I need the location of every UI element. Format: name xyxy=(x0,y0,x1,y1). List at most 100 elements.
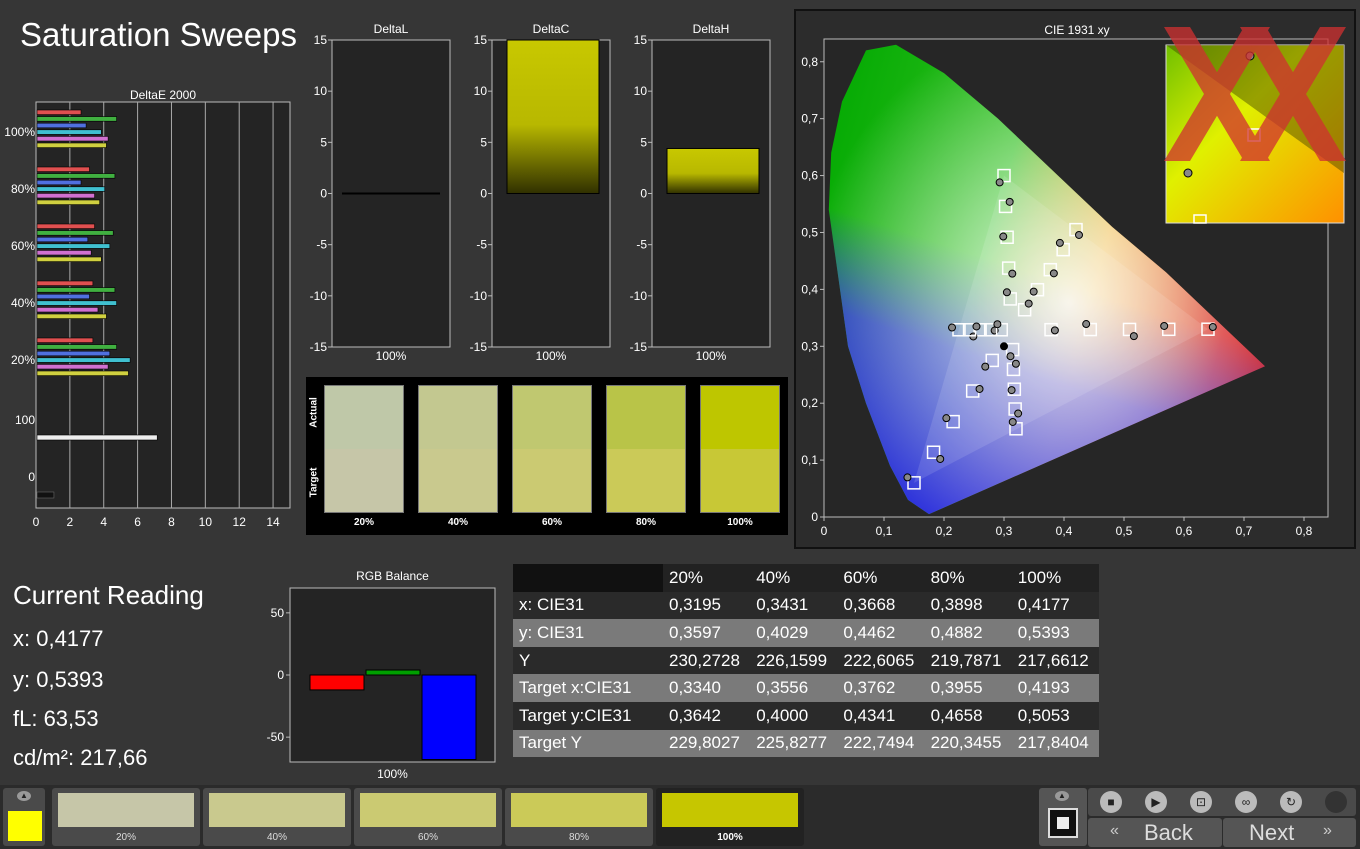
delta-y-tick: -5 xyxy=(476,238,487,252)
deltae-bar xyxy=(36,344,117,350)
table-header-cell: 80% xyxy=(930,567,965,587)
table-cell: 219,7871 xyxy=(930,650,1002,670)
delta-chart-label: 100% xyxy=(375,349,407,363)
delta-y-tick: -10 xyxy=(310,289,328,303)
deltae-x-tick: 10 xyxy=(199,515,213,529)
current-x: x: 0,4177 xyxy=(13,626,104,651)
play-icon[interactable]: ▶ xyxy=(1145,791,1167,813)
stop-icon[interactable]: ■ xyxy=(1100,791,1122,813)
swatch-label: 60% xyxy=(417,832,438,843)
deltae-bar xyxy=(36,109,82,115)
cie-x-tick: 0,2 xyxy=(936,524,953,538)
collapse-icon[interactable]: ▲ xyxy=(17,791,31,801)
swatch-button[interactable]: 40% xyxy=(203,788,351,846)
table-cell: 226,1599 xyxy=(756,650,828,670)
measured-marker xyxy=(1002,288,1011,297)
delta-y-tick: 0 xyxy=(320,187,327,201)
cie-y-tick: 0,8 xyxy=(801,55,818,69)
table-cell: 0,3898 xyxy=(930,595,983,615)
refresh-icon[interactable]: ↻ xyxy=(1280,791,1302,813)
deltae-bar xyxy=(36,287,116,293)
table-row: y: CIE31 0,3597 0,4029 0,4462 0,4882 0,5393 xyxy=(513,619,1099,647)
patch-actual xyxy=(513,386,591,449)
table-cell: 0,5393 xyxy=(1017,622,1070,642)
deltae-group-label: 60% xyxy=(11,239,35,253)
patch xyxy=(324,385,404,513)
table-cell: Y xyxy=(513,646,663,675)
measured-marker xyxy=(903,473,912,482)
table-cell: 230,2728 xyxy=(669,650,740,670)
rgb-y-tick: 50 xyxy=(271,606,285,620)
deltae-group-label: 80% xyxy=(11,182,35,196)
delta-chart-label: 100% xyxy=(695,349,727,363)
stop-main-button[interactable]: ▲ xyxy=(1039,788,1087,846)
rgb-bar-b xyxy=(421,674,477,761)
current-y: y: 0,5393 xyxy=(13,667,104,692)
deltae-bar xyxy=(36,250,92,256)
table-cell: 220,3455 xyxy=(930,733,1002,753)
deltae-bar xyxy=(36,193,95,199)
patch xyxy=(512,385,592,513)
patch-label: 40% xyxy=(447,517,468,528)
table-cell: 0,3340 xyxy=(669,678,721,698)
next-arrow-icon: » xyxy=(1323,822,1332,839)
swatch-button[interactable]: 100% xyxy=(656,788,804,846)
cie-y-tick: 0,4 xyxy=(801,282,818,296)
table-header-cell: 60% xyxy=(843,567,878,587)
table-cell: 0,3668 xyxy=(843,595,896,615)
current-color-button[interactable]: ▲ xyxy=(3,788,45,846)
table-cell: 0,4882 xyxy=(930,622,983,642)
deltae-bar xyxy=(36,199,100,205)
table-cell: 0,4029 xyxy=(756,622,809,642)
deltae-black-bar xyxy=(36,491,55,499)
swatch-button[interactable]: 20% xyxy=(52,788,200,846)
measured-marker xyxy=(936,454,945,463)
patch-actual xyxy=(607,386,685,449)
patch-actual xyxy=(701,386,779,449)
deltae-group-label: 100% xyxy=(4,125,35,139)
table-cell: 0,3762 xyxy=(843,678,896,698)
deltae-x-tick: 4 xyxy=(100,515,107,529)
swatch-button[interactable]: 60% xyxy=(354,788,502,846)
collapse-icon[interactable]: ▲ xyxy=(1055,791,1069,801)
delta-chart-label: 100% xyxy=(535,349,567,363)
table-row: Target Y 229,8027 225,8277 222,7494 220,3455… xyxy=(513,729,1099,758)
measured-marker xyxy=(999,232,1008,241)
page-title: Saturation Sweeps xyxy=(20,16,298,53)
back-label: Back xyxy=(1144,820,1193,845)
deltae-bar xyxy=(36,357,131,363)
patch xyxy=(606,385,686,513)
deltae-bar xyxy=(36,243,111,249)
cie-y-tick: 0,3 xyxy=(801,339,818,353)
cie-x-tick: 0,1 xyxy=(876,524,893,538)
deltae-bar xyxy=(36,313,107,319)
measured-marker xyxy=(995,178,1004,187)
next-button[interactable]: Next » xyxy=(1223,818,1356,847)
deltae-bar xyxy=(36,122,87,129)
delta-y-tick: -15 xyxy=(470,340,488,354)
cie-y-tick: 0,1 xyxy=(801,453,818,467)
table-cell: 0,4462 xyxy=(843,622,896,642)
measured-marker xyxy=(1011,359,1020,368)
measured-marker xyxy=(1008,417,1017,426)
back-button[interactable]: « Back xyxy=(1088,818,1222,847)
cie-x-tick: 0 xyxy=(821,524,828,538)
continuous-icon[interactable]: ∞ xyxy=(1235,791,1257,813)
delta-y-tick: 15 xyxy=(634,33,648,47)
measured-marker xyxy=(1055,238,1064,247)
swatch-label: 40% xyxy=(266,832,287,843)
cie-chart: 0 0,1 0,2 0,3 0,4 0,5 0,6 0,7 0,8 0 0,1 0,2 0,3 0,4 0,… xyxy=(801,27,1346,538)
cie-x-tick: 0,6 xyxy=(1176,524,1193,538)
current-reading-heading: Current Reading xyxy=(13,580,204,610)
single-read-icon[interactable]: ⊡ xyxy=(1190,791,1212,813)
deltae-bar xyxy=(36,136,109,142)
delta-y-tick: 0 xyxy=(640,187,647,201)
cie-y-tick: 0,7 xyxy=(801,112,818,126)
deltae-x-tick: 8 xyxy=(168,515,175,529)
delta-bar xyxy=(666,147,760,194)
measured-marker xyxy=(1024,299,1033,308)
cie-panel: CIE 1931 xy 0 0,1 0,2 0,3 0,4 0,5 0,6 0,7 0,8 0 0,… xyxy=(794,9,1356,549)
cie-x-tick: 0,4 xyxy=(1056,524,1073,538)
swatch-button[interactable]: 80% xyxy=(505,788,653,846)
swatch-color xyxy=(360,793,496,827)
